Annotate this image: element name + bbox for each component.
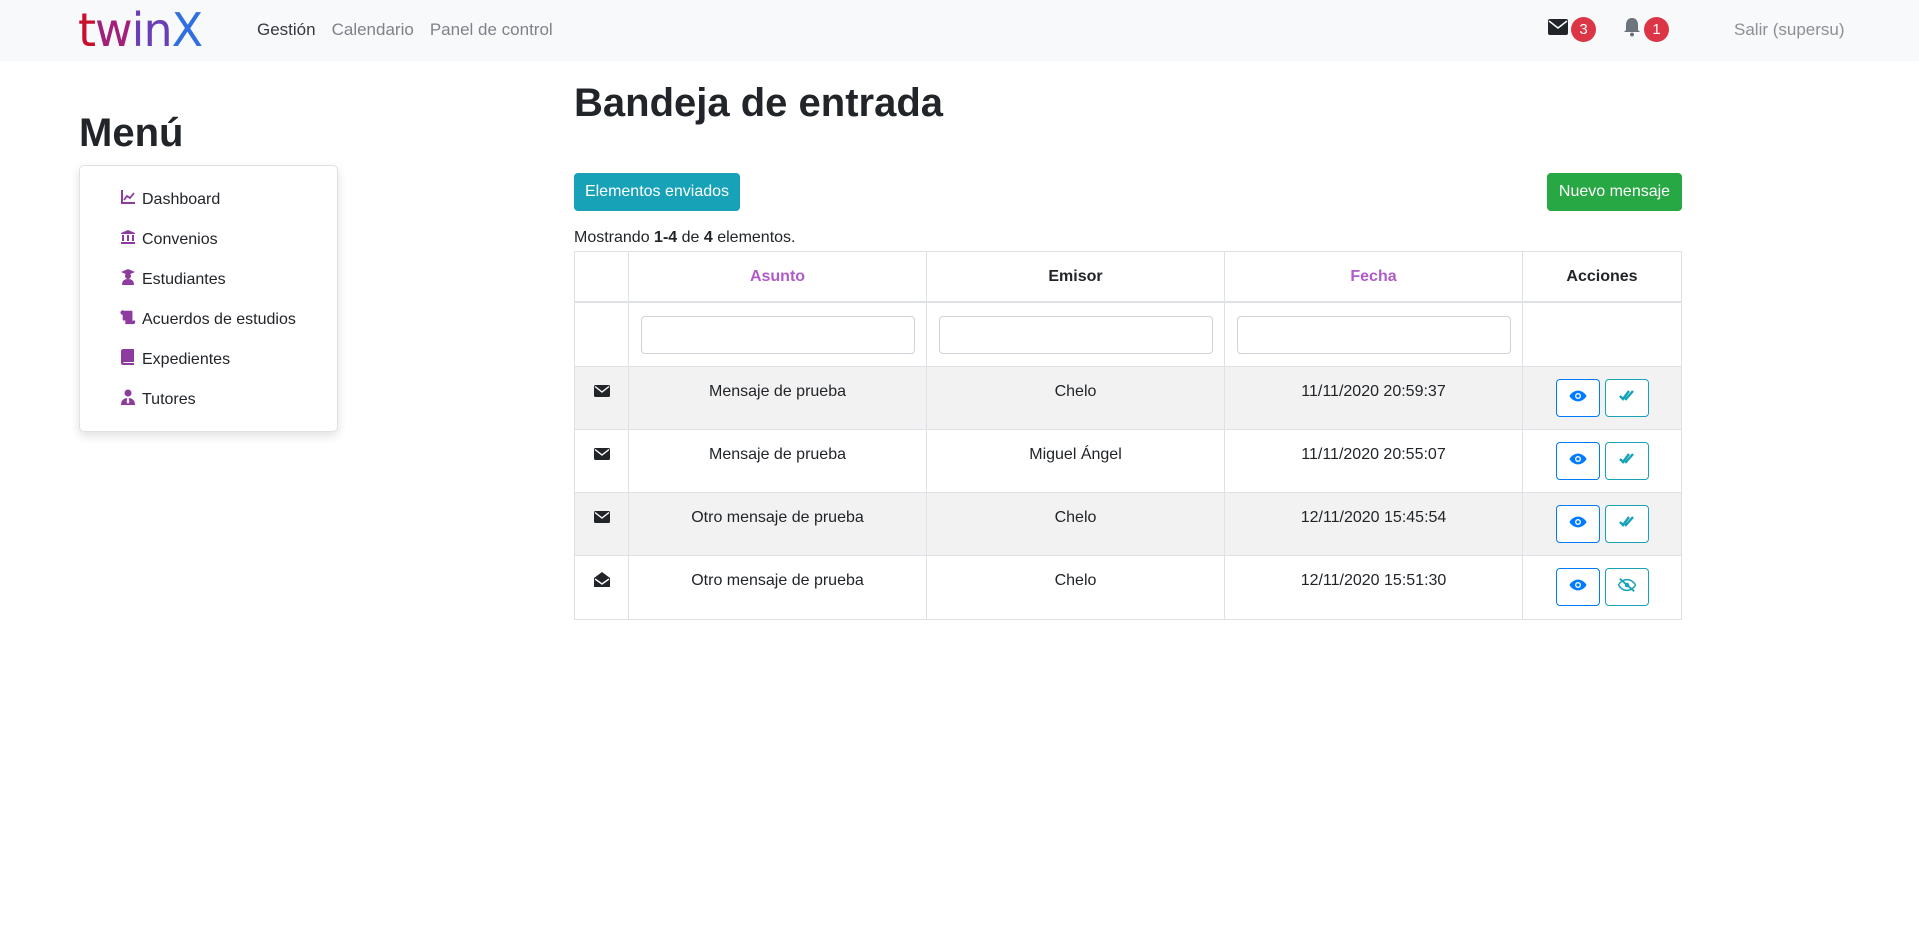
envelope-icon <box>593 383 610 404</box>
notifications-badge: 1 <box>1644 17 1669 42</box>
envelope-icon <box>1548 19 1568 40</box>
university-icon <box>120 229 136 250</box>
nav-link-panel-control[interactable]: Panel de control <box>430 20 553 40</box>
table-header: Asunto Emisor Fecha Acciones <box>575 252 1681 303</box>
notifications-link[interactable]: 1 <box>1623 17 1669 42</box>
sent-items-button[interactable]: Elementos enviados <box>574 173 740 211</box>
check-double-icon <box>1618 387 1636 410</box>
cell-asunto: Mensaje de prueba <box>629 430 927 492</box>
page-title: Bandeja de entrada <box>574 81 944 125</box>
sidebar-item-estudiantes[interactable]: Estudiantes <box>120 269 226 290</box>
book-icon <box>120 349 136 370</box>
cell-fecha: 12/11/2020 15:51:30 <box>1225 556 1523 619</box>
view-message-button[interactable] <box>1555 505 1600 543</box>
check-double-icon <box>1618 513 1636 536</box>
column-fecha-sort[interactable]: Fecha <box>1225 252 1523 301</box>
sidebar-item-acuerdos[interactable]: Acuerdos de estudios <box>120 309 296 330</box>
table-row: Mensaje de prueba Miguel Ángel 11/11/2020 … <box>575 430 1681 493</box>
cell-acciones <box>1523 493 1681 555</box>
menu-title: Menú <box>79 111 184 155</box>
sidebar-item-tutores[interactable]: Tutores <box>120 389 196 410</box>
brand-logo[interactable]: twinX <box>78 6 203 54</box>
nav-link-gestion[interactable]: Gestión <box>257 20 316 40</box>
envelope-icon <box>593 446 610 467</box>
bell-icon <box>1623 17 1641 42</box>
cell-asunto: Otro mensaje de prueba <box>629 556 927 619</box>
scroll-icon <box>120 309 136 330</box>
logout-link[interactable]: Salir (supersu) <box>1734 20 1845 40</box>
top-navbar: twinX Gestión Calendario Panel de contro… <box>0 0 1919 61</box>
sidebar-menu: Dashboard Convenios Estudiantes Acuerdos… <box>79 165 338 432</box>
eye-icon <box>1568 387 1587 410</box>
cell-emisor: Chelo <box>927 367 1225 429</box>
nav-link-calendario[interactable]: Calendario <box>332 20 414 40</box>
cell-acciones <box>1523 430 1681 492</box>
cell-asunto: Mensaje de prueba <box>629 367 927 429</box>
table-row: Otro mensaje de prueba Chelo 12/11/2020 15… <box>575 493 1681 556</box>
nav-links: Gestión Calendario Panel de control <box>257 20 553 40</box>
mark-read-button[interactable] <box>1604 505 1649 543</box>
check-double-icon <box>1618 450 1636 473</box>
cell-fecha: 11/11/2020 20:59:37 <box>1225 367 1523 429</box>
mark-read-button[interactable] <box>1604 379 1649 417</box>
user-graduate-icon <box>120 269 136 290</box>
column-asunto-sort[interactable]: Asunto <box>629 252 927 301</box>
cell-emisor: Miguel Ángel <box>927 430 1225 492</box>
cell-fecha: 11/11/2020 20:55:07 <box>1225 430 1523 492</box>
sidebar-item-dashboard[interactable]: Dashboard <box>120 189 220 210</box>
chart-line-icon <box>120 189 136 210</box>
inbox-table: Asunto Emisor Fecha Acciones Mensaje de … <box>574 251 1682 620</box>
envelope-open-icon <box>593 572 610 593</box>
messages-badge: 3 <box>1571 17 1596 42</box>
eye-icon <box>1568 576 1587 599</box>
cell-acciones <box>1523 556 1681 619</box>
messages-link[interactable]: 3 <box>1548 17 1596 42</box>
sidebar-item-convenios[interactable]: Convenios <box>120 229 218 250</box>
table-row: Mensaje de prueba Chelo 11/11/2020 20:59:3… <box>575 367 1681 430</box>
filter-emisor-input[interactable] <box>938 315 1213 354</box>
cell-fecha: 12/11/2020 15:45:54 <box>1225 493 1523 555</box>
cell-asunto: Otro mensaje de prueba <box>629 493 927 555</box>
eye-icon <box>1568 450 1587 473</box>
filter-row <box>575 303 1681 367</box>
column-emisor: Emisor <box>927 252 1225 301</box>
column-acciones: Acciones <box>1566 267 1638 285</box>
results-summary: Mostrando 1-4 de 4 elementos. <box>574 229 796 246</box>
eye-icon <box>1568 513 1587 536</box>
sidebar-item-expedientes[interactable]: Expedientes <box>120 349 230 370</box>
view-message-button[interactable] <box>1555 442 1600 480</box>
view-message-button[interactable] <box>1555 568 1600 606</box>
table-row: Otro mensaje de prueba Chelo 12/11/2020 15… <box>575 556 1681 619</box>
view-message-button[interactable] <box>1555 379 1600 417</box>
filter-asunto-input[interactable] <box>640 315 915 354</box>
eye-slash-icon <box>1617 576 1636 599</box>
filter-fecha-input[interactable] <box>1236 315 1511 354</box>
cell-emisor: Chelo <box>927 493 1225 555</box>
mark-read-button[interactable] <box>1604 442 1649 480</box>
user-tie-icon <box>120 389 136 410</box>
envelope-icon <box>593 509 610 530</box>
cell-acciones <box>1523 367 1681 429</box>
new-message-button[interactable]: Nuevo mensaje <box>1547 173 1682 211</box>
cell-emisor: Chelo <box>927 556 1225 619</box>
mark-unread-button[interactable] <box>1604 568 1649 606</box>
